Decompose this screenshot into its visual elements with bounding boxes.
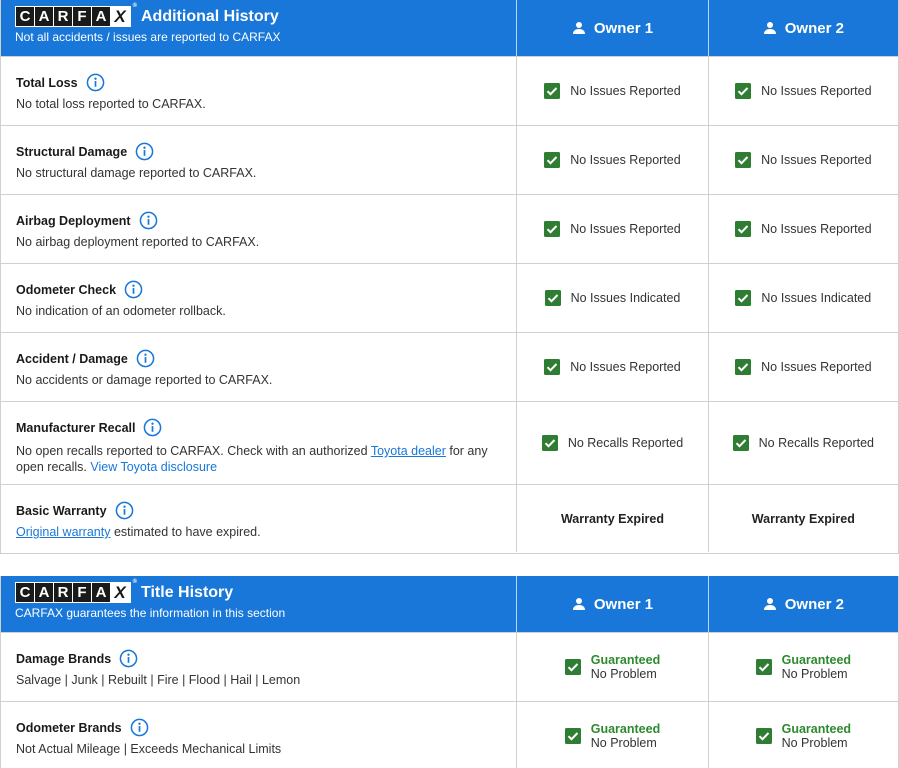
info-icon[interactable]: [115, 501, 134, 520]
owner-2-header: Owner 2: [707, 0, 898, 56]
row-description: Not Actual Mileage | Exceeds Mechanical …: [16, 742, 282, 756]
checkbox-checked-icon: [544, 290, 561, 306]
info-icon[interactable]: [130, 718, 149, 737]
section-subtitle: Not all accidents / issues are reported …: [15, 30, 281, 44]
owner-1-status: No Issues Indicated: [517, 264, 707, 332]
title-history-header: C A R F A X ® Title History CARFAX guara…: [1, 576, 898, 632]
additional-history-header: C A R F A X ® Additional History Not all…: [1, 0, 898, 56]
info-icon[interactable]: [143, 418, 162, 437]
person-icon: [763, 598, 776, 610]
row-label: Manufacturer Recall: [16, 420, 136, 435]
header-title-cell: C A R F A X ® Additional History Not all…: [1, 0, 518, 56]
checkbox-checked-icon: [544, 152, 561, 168]
owner-1-status: No Recalls Reported: [517, 402, 707, 484]
owner-2-status: Guaranteed No Problem: [707, 633, 898, 701]
table-row: Basic Warranty Original warranty estimat…: [1, 484, 898, 552]
owner-1-status: Guaranteed No Problem: [517, 702, 707, 768]
row-label: Accident / Damage: [16, 351, 128, 366]
row-label: Damage Brands: [16, 651, 112, 666]
row-label: Odometer Brands: [16, 720, 122, 735]
owner-2-status: No Issues Reported: [707, 126, 898, 194]
row-description: Original warranty estimated to have expi…: [16, 525, 261, 539]
owner-1-status: No Issues Reported: [517, 126, 707, 194]
row-description: No indication of an odometer rollback.: [16, 304, 226, 318]
checkbox-checked-icon: [755, 659, 772, 675]
info-icon[interactable]: [135, 142, 154, 161]
owner-2-status: No Issues Reported: [707, 333, 898, 401]
checkbox-checked-icon: [541, 435, 558, 451]
owner-1-status: No Issues Reported: [517, 333, 707, 401]
owner-2-status: No Issues Reported: [707, 57, 898, 125]
info-icon[interactable]: [119, 649, 138, 668]
owner-1-status: Guaranteed No Problem: [517, 633, 707, 701]
row-description: No open recalls reported to CARFAX. Chec…: [16, 444, 488, 474]
toyota-disclosure-link[interactable]: View Toyota disclosure: [90, 460, 217, 474]
checkbox-checked-icon: [735, 221, 752, 237]
checkbox-checked-icon: [544, 359, 561, 375]
table-row: Manufacturer Recall No open recalls repo…: [1, 401, 898, 484]
checkbox-checked-icon: [735, 359, 752, 375]
owner-1-status: No Issues Reported: [517, 57, 707, 125]
row-description: No total loss reported to CARFAX.: [16, 97, 206, 111]
table-row: Structural Damage No structural damage r…: [1, 125, 898, 194]
person-icon: [763, 22, 776, 34]
section-title: Additional History: [141, 7, 279, 25]
owner-1-status: No Issues Reported: [517, 195, 707, 263]
owner-2-status: No Issues Reported: [707, 195, 898, 263]
owner-2-status: Warranty Expired: [707, 485, 898, 552]
info-icon[interactable]: [139, 211, 158, 230]
row-description: No airbag deployment reported to CARFAX.: [16, 235, 260, 249]
table-row: Total Loss No total loss reported to CAR…: [1, 56, 898, 125]
owner-2-header: Owner 2: [707, 576, 898, 632]
checkbox-checked-icon: [735, 290, 752, 306]
checkbox-checked-icon: [544, 83, 561, 99]
row-description: Salvage | Junk | Rebuilt | Fire | Flood …: [16, 673, 301, 687]
section-title: Title History: [141, 583, 234, 601]
table-row: Airbag Deployment No airbag deployment r…: [1, 194, 898, 263]
row-label: Airbag Deployment: [16, 213, 131, 228]
row-label: Odometer Check: [16, 282, 117, 297]
checkbox-checked-icon: [544, 221, 561, 237]
carfax-logo: C A R F A X ®: [15, 3, 137, 27]
title-history-section: C A R F A X ® Title History CARFAX guara…: [0, 576, 899, 768]
row-label: Basic Warranty: [16, 503, 107, 518]
info-icon[interactable]: [136, 349, 155, 368]
info-icon[interactable]: [86, 73, 105, 92]
row-description: No accidents or damage reported to CARFA…: [16, 373, 273, 387]
owner-1-header: Owner 1: [517, 0, 707, 56]
table-row: Odometer Check No indication of an odome…: [1, 263, 898, 332]
owner-2-status: No Issues Indicated: [707, 264, 898, 332]
checkbox-checked-icon: [732, 435, 749, 451]
toyota-dealer-link[interactable]: Toyota dealer: [371, 444, 446, 458]
carfax-logo: C A R F A X ®: [15, 579, 137, 603]
section-subtitle: CARFAX guarantees the information in thi…: [15, 606, 286, 620]
table-row: Accident / Damage No accidents or damage…: [1, 332, 898, 401]
info-icon[interactable]: [124, 280, 143, 299]
row-description: No structural damage reported to CARFAX.: [16, 166, 257, 180]
original-warranty-link[interactable]: Original warranty: [16, 525, 110, 539]
row-label: Structural Damage: [16, 144, 128, 159]
owner-1-status: Warranty Expired: [560, 511, 664, 526]
checkbox-checked-icon: [735, 152, 752, 168]
owner-2-status: No Recalls Reported: [707, 402, 898, 484]
checkbox-checked-icon: [564, 727, 581, 744]
person-icon: [572, 22, 585, 34]
header-title-cell: C A R F A X ® Title History CARFAX guara…: [1, 576, 518, 632]
checkbox-checked-icon: [564, 659, 581, 675]
table-row: Odometer Brands Not Actual Mileage | Exc…: [1, 701, 898, 768]
table-row: Damage Brands Salvage | Junk | Rebuilt |…: [1, 632, 898, 701]
person-icon: [572, 598, 585, 610]
checkbox-checked-icon: [755, 727, 772, 744]
additional-history-section: C A R F A X ® Additional History Not all…: [0, 0, 899, 554]
owner-2-status: Guaranteed No Problem: [707, 702, 898, 768]
row-label: Total Loss: [16, 75, 78, 90]
checkbox-checked-icon: [735, 83, 752, 99]
owner-1-header: Owner 1: [517, 576, 707, 632]
